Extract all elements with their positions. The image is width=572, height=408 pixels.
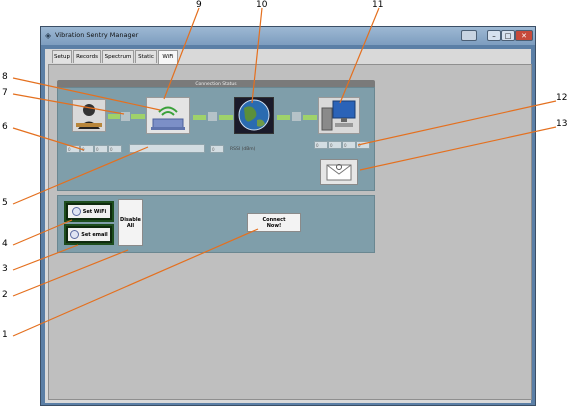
callout-2: 2 (2, 290, 8, 300)
callout-1: 1 (2, 330, 8, 340)
callout-line-8 (12, 77, 161, 111)
callout-7: 7 (2, 88, 8, 98)
callout-6: 6 (2, 122, 8, 132)
callout-lines (12, 7, 557, 337)
callout-9: 9 (196, 0, 202, 10)
callout-line-11 (339, 7, 380, 104)
callout-12: 12 (556, 93, 568, 103)
callout-8: 8 (2, 72, 8, 82)
callout-line-5 (12, 146, 149, 205)
callout-10: 10 (256, 0, 268, 10)
callout-4: 4 (2, 239, 8, 249)
callout-line-6 (12, 127, 85, 151)
callout-11: 11 (372, 0, 384, 10)
callout-line-9 (163, 7, 200, 100)
callout-3: 3 (2, 264, 8, 274)
callout-13: 13 (556, 119, 568, 129)
callout-5: 5 (2, 198, 8, 208)
callout-line-13 (359, 126, 557, 171)
callout-line-3 (12, 244, 79, 271)
callout-line-4 (12, 219, 73, 246)
callout-line-12 (357, 100, 557, 146)
callout-line-1 (12, 228, 259, 337)
callout-line-10 (251, 7, 263, 104)
callout-line-7 (12, 93, 125, 115)
callout-line-2 (12, 249, 129, 297)
